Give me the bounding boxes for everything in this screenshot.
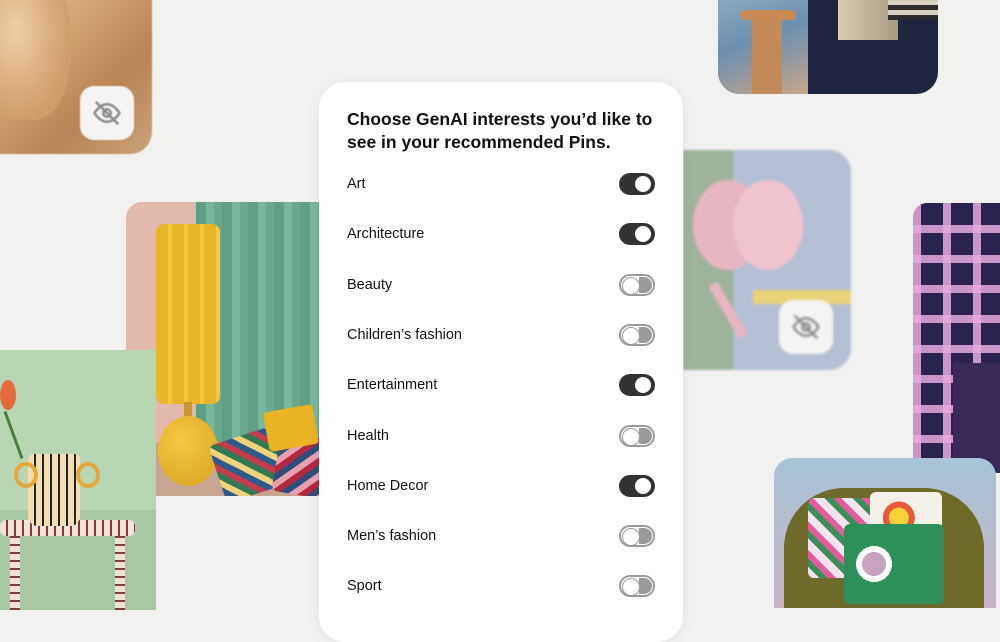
interest-toggle[interactable] (619, 424, 655, 447)
toggle-knob (622, 276, 640, 295)
eye-off-icon[interactable] (80, 86, 134, 140)
pin-image-plaid-fabric[interactable] (913, 203, 1000, 473)
interest-row: Architecture (347, 219, 655, 249)
card-title: Choose GenAI interests you’d like to see… (347, 109, 653, 152)
interest-row: Children’s fashion (347, 320, 655, 350)
interest-label: Men’s fashion (347, 528, 437, 545)
interest-row: Art (347, 169, 655, 199)
interest-toggle[interactable] (619, 575, 655, 598)
interest-label: Art (347, 176, 366, 192)
interest-row: Home Decor (347, 471, 655, 501)
interest-row: Sport (347, 571, 655, 601)
pin-image-living-room[interactable] (718, 0, 938, 94)
interest-toggle[interactable] (619, 223, 655, 246)
toggle-knob (622, 528, 640, 547)
interest-toggle[interactable] (619, 374, 655, 397)
toggle-knob (634, 225, 652, 244)
toggle-knob (622, 427, 640, 446)
pin-image-rackets[interactable] (683, 150, 851, 370)
interest-label: Home Decor (347, 477, 429, 494)
interest-toggle[interactable] (619, 474, 655, 497)
toggle-knob (634, 175, 652, 193)
interest-row: Men’s fashion (347, 521, 655, 551)
toggle-knob (634, 476, 652, 495)
interest-label: Children’s fashion (347, 326, 462, 343)
genai-interests-card: Choose GenAI interests you’d like to see… (319, 82, 683, 642)
toggle-knob (622, 578, 640, 597)
pin-image-yellow-lamp[interactable] (126, 202, 336, 496)
interest-toggle[interactable] (619, 273, 655, 296)
toggle-knob (634, 376, 652, 395)
pin-image-portrait[interactable] (0, 0, 152, 154)
interest-row: Health (347, 421, 655, 451)
interest-row: Entertainment (347, 370, 655, 400)
interest-row: Beauty (347, 270, 655, 300)
toggle-knob (622, 326, 640, 345)
interest-label: Sport (347, 578, 382, 595)
interest-label: Health (347, 427, 389, 444)
interest-label: Beauty (347, 276, 393, 293)
pin-image-striped-vase[interactable] (0, 350, 156, 610)
interest-toggle[interactable] (619, 525, 655, 548)
interest-label: Architecture (347, 226, 425, 243)
interest-toggle[interactable] (619, 173, 655, 195)
interest-toggle[interactable] (619, 323, 655, 346)
eye-off-icon[interactable] (779, 300, 833, 354)
interest-label: Entertainment (347, 377, 438, 394)
pin-image-floral-chair[interactable] (774, 458, 996, 608)
